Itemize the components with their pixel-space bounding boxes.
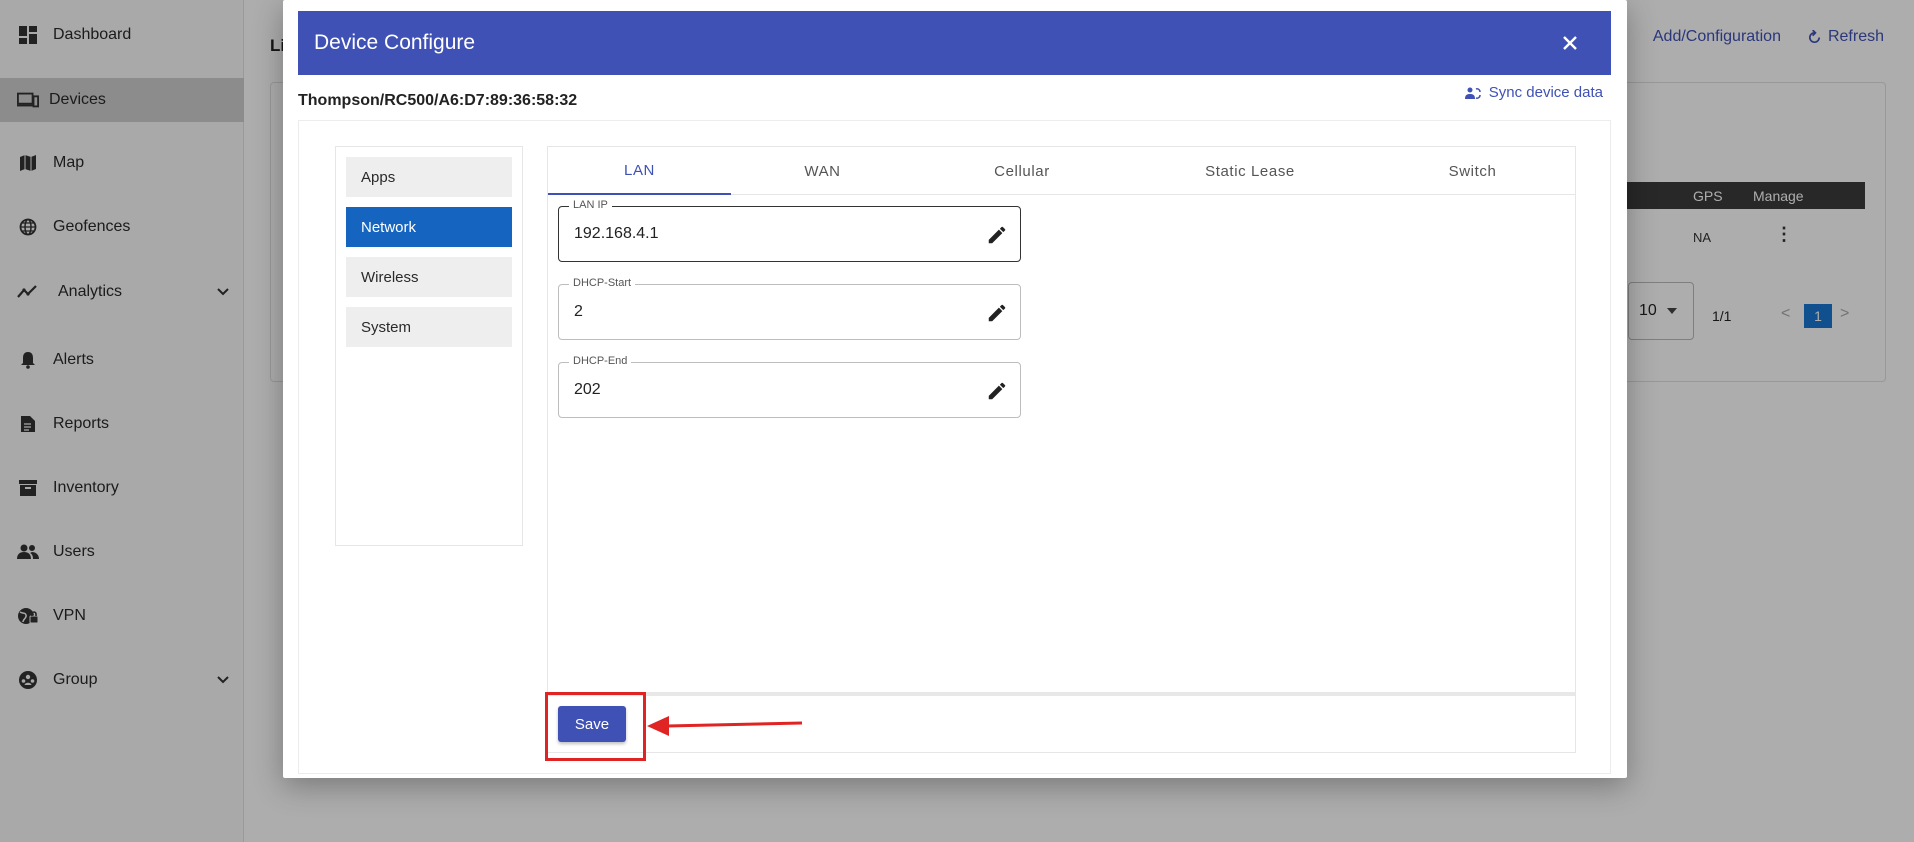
dhcp-end-field[interactable]: DHCP-End xyxy=(558,355,1021,418)
side-menu-network[interactable]: Network xyxy=(346,207,512,247)
dialog-header: Device Configure xyxy=(298,11,1611,75)
sync-label: Sync device data xyxy=(1488,84,1603,101)
side-menu-apps[interactable]: Apps xyxy=(346,157,512,197)
lan-ip-input[interactable] xyxy=(574,207,954,261)
edit-icon[interactable] xyxy=(986,224,1008,246)
device-identifier: Thompson/RC500/A6:D7:89:36:58:32 xyxy=(298,92,578,109)
edit-icon[interactable] xyxy=(986,302,1008,324)
edit-icon[interactable] xyxy=(986,380,1008,402)
divider xyxy=(548,692,1575,696)
sync-device-data-link[interactable]: Sync device data xyxy=(1464,84,1603,101)
dhcp-end-input[interactable] xyxy=(574,363,954,417)
close-button[interactable] xyxy=(1559,32,1581,54)
sync-icon xyxy=(1464,87,1481,99)
tab-switch[interactable]: Switch xyxy=(1370,147,1575,195)
dhcp-start-input[interactable] xyxy=(574,285,954,339)
network-tabs: LAN WAN Cellular Static Lease Switch xyxy=(548,147,1575,195)
annotation-arrow xyxy=(647,716,803,736)
side-menu-wireless[interactable]: Wireless xyxy=(346,257,512,297)
config-side-menu: Apps Network Wireless System xyxy=(335,146,523,546)
tab-lan[interactable]: LAN xyxy=(548,147,731,195)
dialog-title: Device Configure xyxy=(314,31,476,54)
annotation-highlight-box xyxy=(545,692,646,761)
tab-wan[interactable]: WAN xyxy=(731,147,914,195)
tab-cellular[interactable]: Cellular xyxy=(914,147,1130,195)
side-menu-system[interactable]: System xyxy=(346,307,512,347)
lan-ip-field[interactable]: LAN IP xyxy=(558,199,1021,262)
network-panel: LAN WAN Cellular Static Lease Switch LAN… xyxy=(547,146,1576,753)
close-icon xyxy=(1563,36,1577,50)
tab-static-lease[interactable]: Static Lease xyxy=(1130,147,1370,195)
dhcp-start-field[interactable]: DHCP-Start xyxy=(558,277,1021,340)
